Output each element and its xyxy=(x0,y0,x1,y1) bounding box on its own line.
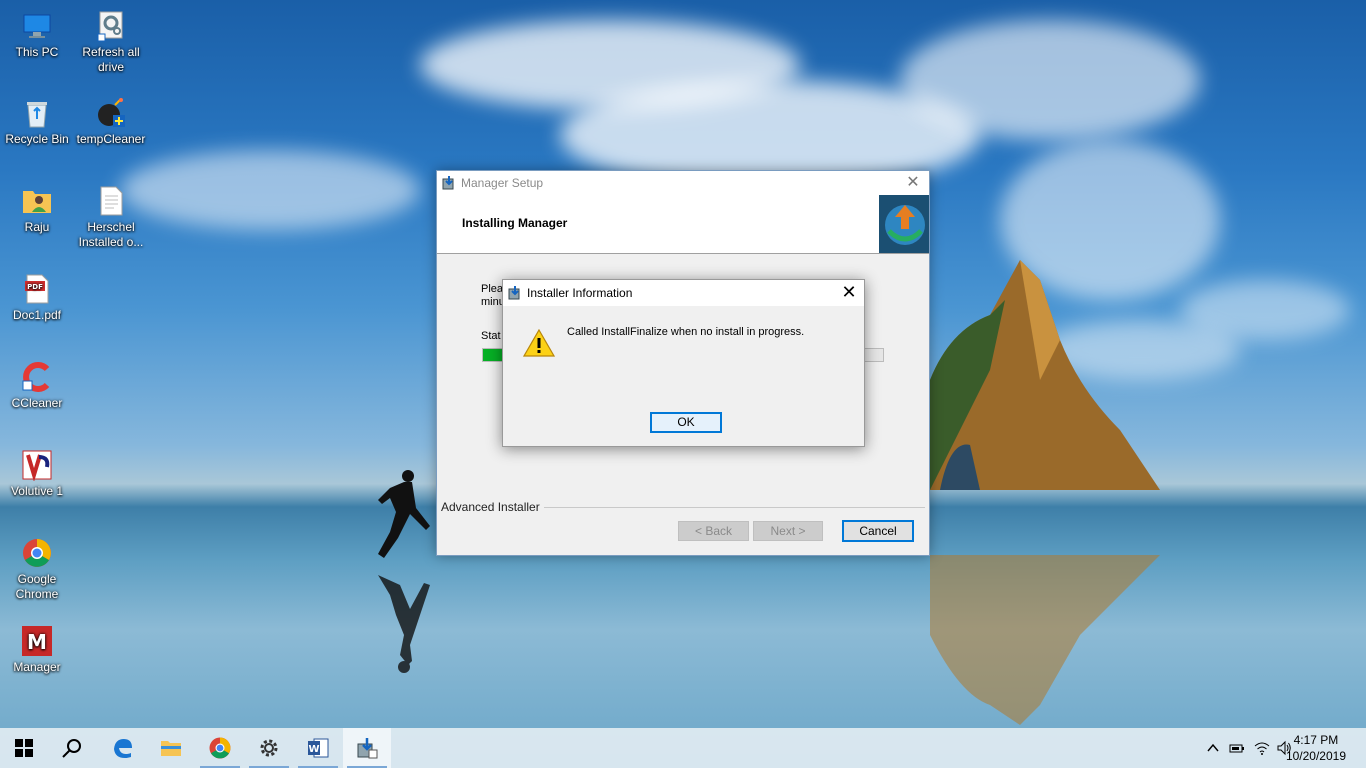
desktop-icon-raju[interactable]: Raju xyxy=(0,185,74,235)
setup-title: Manager Setup xyxy=(461,176,544,190)
wifi-icon xyxy=(1254,742,1270,755)
settings-icon xyxy=(260,739,278,757)
installer-icon xyxy=(357,738,378,759)
taskbar-settings[interactable] xyxy=(245,728,293,768)
chevron-up-icon xyxy=(1207,743,1219,752)
desktop-icon-label: This PC xyxy=(15,45,59,59)
chrome-icon xyxy=(209,737,231,759)
user-folder-icon xyxy=(21,185,53,217)
back-button[interactable]: < Back xyxy=(678,521,749,541)
taskbar-edge[interactable] xyxy=(99,728,147,768)
text-file-icon xyxy=(95,185,127,217)
cancel-button[interactable]: Cancel xyxy=(842,520,914,542)
taskbar-file-explorer[interactable] xyxy=(147,728,195,768)
taskbar-installer[interactable] xyxy=(343,728,391,768)
desktop-icon-label: CCleaner xyxy=(11,396,63,410)
start-icon xyxy=(15,739,33,757)
dialog-titlebar[interactable]: Installer Information ✕ xyxy=(503,280,864,306)
computer-icon xyxy=(21,10,53,42)
desktop-icon-label: Manager xyxy=(13,660,61,674)
runner-silhouette xyxy=(378,470,430,558)
close-icon[interactable]: ✕ xyxy=(834,280,864,306)
runner-reflection xyxy=(378,575,430,673)
rock-arch xyxy=(930,260,1160,490)
desktop-icon-volutive[interactable]: Volutive 1 xyxy=(0,449,74,499)
taskbar: W 4:17 PM 10/20/2019 xyxy=(0,728,1366,768)
word-icon: W xyxy=(308,738,329,758)
dialog-title: Installer Information xyxy=(527,286,633,300)
clock-date: 10/20/2019 xyxy=(1285,749,1346,763)
edge-icon xyxy=(114,739,132,758)
setup-heading: Installing Manager xyxy=(462,216,568,230)
dialog-message: Called InstallFinalize when no install i… xyxy=(567,326,805,338)
tray-show-hidden[interactable] xyxy=(1201,728,1225,768)
search-icon xyxy=(62,739,81,758)
desktop-icon-manager[interactable]: M Manager xyxy=(0,625,74,675)
desktop-icon-label: tempCleaner xyxy=(76,132,146,146)
taskbar-word[interactable]: W xyxy=(294,728,342,768)
desktop-icon-recycle-bin[interactable]: Recycle Bin xyxy=(0,97,74,147)
chrome-icon xyxy=(21,537,53,569)
installer-icon xyxy=(441,175,457,191)
desktop-icon-label: Recycle Bin xyxy=(5,132,69,146)
desktop-icon-doc1-pdf[interactable]: PDF Doc1.pdf xyxy=(0,273,74,323)
next-button[interactable]: Next > xyxy=(753,521,823,541)
svg-text:M: M xyxy=(27,630,47,654)
volutive-icon xyxy=(21,449,53,481)
desktop-icon-label: Refresh all drive xyxy=(82,45,140,74)
desktop-icon-this-pc[interactable]: This PC xyxy=(0,10,74,60)
setup-status-label: Stat xyxy=(481,330,501,342)
svg-text:PDF: PDF xyxy=(27,283,43,291)
desktop-icon-google-chrome[interactable]: Google Chrome xyxy=(0,537,74,602)
clock-time: 4:17 PM xyxy=(1293,733,1339,747)
installer-icon xyxy=(507,285,523,301)
bomb-icon xyxy=(95,97,127,129)
tray-network[interactable] xyxy=(1250,728,1274,768)
ok-button[interactable]: OK xyxy=(650,412,722,433)
tray-clock[interactable]: 4:17 PM 10/20/2019 xyxy=(1286,732,1346,764)
ccleaner-icon xyxy=(21,361,53,393)
desktop-icon-label: Herschel Installed o... xyxy=(78,220,144,249)
pdf-icon: PDF xyxy=(21,273,53,305)
desktop-icon-label: Volutive 1 xyxy=(10,484,64,498)
desktop-icon-label: Google Chrome xyxy=(15,572,59,601)
warning-icon xyxy=(523,329,555,357)
close-icon[interactable]: ✕ xyxy=(897,171,929,195)
search-button[interactable] xyxy=(48,728,96,768)
battery-icon xyxy=(1229,744,1244,753)
installer-logo-icon xyxy=(879,195,929,253)
desktop-icon-label: Doc1.pdf xyxy=(12,308,62,322)
taskbar-chrome[interactable] xyxy=(196,728,244,768)
desktop-icon-ccleaner[interactable]: CCleaner xyxy=(0,361,74,411)
desktop-icon-tempcleaner[interactable]: tempCleaner xyxy=(74,97,148,147)
setup-header: Installing Manager xyxy=(437,195,929,254)
rock-reflection xyxy=(930,555,1160,725)
start-button[interactable] xyxy=(0,728,48,768)
recycle-bin-icon xyxy=(21,97,53,129)
desktop-icon-label: Raju xyxy=(24,220,50,234)
file-explorer-icon xyxy=(161,741,181,756)
desktop-icon-refresh-all-drive[interactable]: Refresh all drive xyxy=(74,10,148,75)
gear-doc-icon xyxy=(95,10,127,42)
brand-label: Advanced Installer xyxy=(441,500,544,514)
desktop-icon-herschel[interactable]: Herschel Installed o... xyxy=(74,185,148,250)
tray-battery[interactable] xyxy=(1225,728,1249,768)
setup-titlebar[interactable]: Manager Setup ✕ xyxy=(437,171,929,195)
svg-text:W: W xyxy=(308,744,319,755)
installer-info-dialog: Installer Information ✕ Called InstallFi… xyxy=(502,279,865,447)
manager-app-icon: M xyxy=(21,625,53,657)
